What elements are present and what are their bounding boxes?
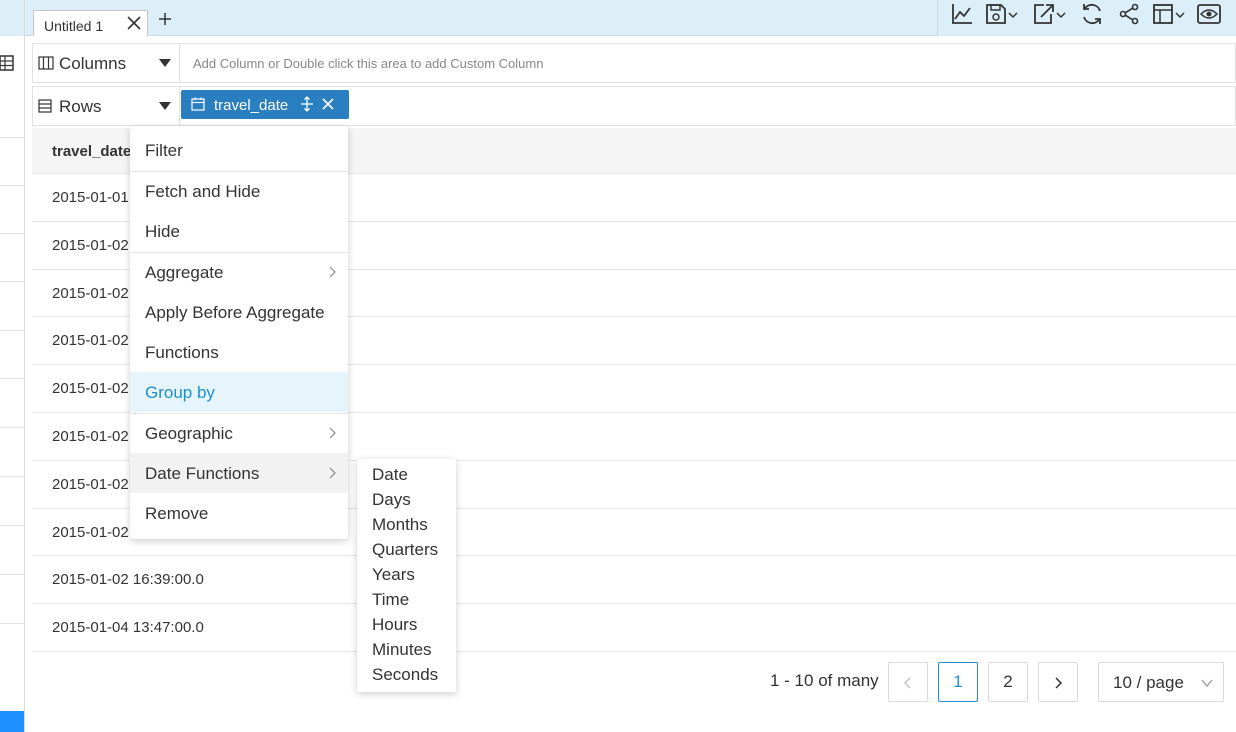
refresh-icon[interactable] — [1080, 2, 1104, 26]
left-rail-action-button[interactable] — [0, 711, 24, 732]
tab-label: Untitled 1 — [44, 18, 104, 34]
prev-page-button[interactable] — [888, 662, 928, 702]
save-icon[interactable] — [984, 2, 1020, 26]
chevron-right-icon — [1055, 677, 1063, 689]
left-rail-top — [0, 0, 24, 36]
move-icon[interactable] — [300, 96, 314, 112]
table-cell: 2015-01-02 — [52, 284, 129, 302]
menu-item-label: Geographic — [145, 424, 233, 443]
calendar-icon — [191, 97, 205, 111]
menu-item-date-functions[interactable]: Date Functions — [130, 453, 348, 493]
submenu-item-date[interactable]: Date — [372, 465, 456, 490]
export-icon[interactable] — [1032, 2, 1068, 26]
chevron-right-icon — [329, 427, 336, 439]
tab-untitled-1[interactable]: Untitled 1 — [33, 10, 148, 36]
submenu-item-quarters[interactable]: Quarters — [372, 540, 456, 565]
table-row[interactable]: 2015-01-04 13:47:00.0 — [32, 604, 1236, 652]
context-menu: Filter Fetch and Hide Hide Aggregate App… — [130, 126, 348, 539]
table-cell: 2015-01-02 — [52, 427, 129, 445]
menu-item-label: Apply Before Aggregate — [145, 303, 325, 322]
grid-icon[interactable] — [0, 54, 14, 72]
table-cell: 2015-01-02 — [52, 332, 129, 350]
columns-shelf[interactable]: Columns Add Column or Double click this … — [32, 43, 1236, 83]
submenu-item-hours[interactable]: Hours — [372, 615, 456, 640]
rows-shelf[interactable]: Rows travel_date — [32, 86, 1236, 126]
menu-item-filter[interactable]: Filter — [130, 130, 348, 170]
columns-shelf-title: Columns — [59, 54, 127, 73]
table-cell: 2015-01-02 — [52, 380, 129, 398]
close-icon[interactable] — [321, 97, 335, 111]
rows-shelf-title: Rows — [59, 97, 102, 116]
page-size-select[interactable]: 10 / page — [1098, 662, 1224, 702]
submenu-item-months[interactable]: Months — [372, 515, 456, 540]
menu-item-label: Functions — [145, 343, 219, 362]
columns-shelf-header[interactable]: Columns — [33, 44, 180, 82]
page-button-1[interactable]: 1 — [938, 662, 978, 702]
left-rail — [0, 0, 25, 732]
column-header-travel-date[interactable]: travel_date — [52, 143, 131, 160]
plus-icon[interactable] — [157, 11, 173, 27]
line-chart-icon[interactable] — [950, 2, 974, 26]
menu-item-label: Group by — [145, 383, 215, 402]
menu-item-label: Remove — [145, 504, 209, 523]
toolbar — [937, 0, 1236, 36]
pagination-summary: 1 - 10 of many — [770, 671, 879, 690]
menu-item-label: Hide — [145, 222, 180, 241]
page-button-2[interactable]: 2 — [988, 662, 1028, 702]
menu-item-label: Fetch and Hide — [145, 182, 261, 201]
menu-item-functions[interactable]: Functions — [130, 332, 348, 372]
caret-down-icon[interactable] — [159, 102, 171, 110]
table-cell: 2015-01-02 — [52, 236, 129, 254]
close-icon[interactable] — [127, 16, 141, 30]
table-cell: 2015-01-02 16:39:00.0 — [52, 571, 204, 589]
menu-item-label: Aggregate — [145, 263, 224, 282]
table-cell: 2015-01-04 13:47:00.0 — [52, 619, 204, 637]
table-row[interactable]: 2015-01-02 16:39:00.0 — [32, 556, 1236, 605]
submenu-item-time[interactable]: Time — [372, 590, 456, 615]
chevron-left-icon — [903, 677, 911, 689]
table-cell: 2015-01-01 — [52, 189, 129, 206]
top-bar: Untitled 1 — [25, 0, 1236, 36]
rows-shelf-header[interactable]: Rows — [33, 87, 180, 125]
menu-item-geographic[interactable]: Geographic — [130, 413, 348, 453]
caret-down-icon[interactable] — [159, 59, 171, 67]
travel-date-pill[interactable]: travel_date — [181, 90, 349, 119]
submenu-item-days[interactable]: Days — [372, 490, 456, 515]
preview-icon[interactable] — [1196, 2, 1222, 26]
rows-icon — [38, 99, 52, 113]
menu-item-aggregate[interactable]: Aggregate — [130, 252, 348, 292]
menu-item-label: Filter — [145, 141, 183, 160]
menu-item-group-by[interactable]: Group by — [130, 372, 348, 412]
pill-label: travel_date — [214, 97, 289, 114]
chevron-down-icon — [1201, 679, 1213, 688]
page-size-label: 10 / page — [1113, 673, 1184, 692]
menu-item-hide[interactable]: Hide — [130, 211, 348, 251]
submenu-item-years[interactable]: Years — [372, 565, 456, 590]
menu-item-apply-before-aggregate[interactable]: Apply Before Aggregate — [130, 292, 348, 332]
columns-icon — [38, 56, 54, 70]
menu-item-remove[interactable]: Remove — [130, 493, 348, 533]
next-page-button[interactable] — [1038, 662, 1078, 702]
layout-icon[interactable] — [1151, 2, 1187, 26]
columns-placeholder[interactable]: Add Column or Double click this area to … — [193, 56, 543, 71]
menu-item-fetch-and-hide[interactable]: Fetch and Hide — [130, 171, 348, 211]
submenu-item-seconds[interactable]: Seconds — [372, 665, 456, 690]
menu-item-label: Date Functions — [145, 464, 260, 483]
chevron-right-icon — [329, 467, 336, 479]
share-icon[interactable] — [1118, 2, 1140, 26]
submenu-item-minutes[interactable]: Minutes — [372, 640, 456, 665]
date-functions-submenu: Date Days Months Quarters Years Time Hou… — [357, 459, 456, 692]
chevron-right-icon — [329, 266, 336, 278]
table-cell: 2015-01-02 — [52, 523, 129, 541]
table-cell: 2015-01-02 — [52, 475, 129, 493]
